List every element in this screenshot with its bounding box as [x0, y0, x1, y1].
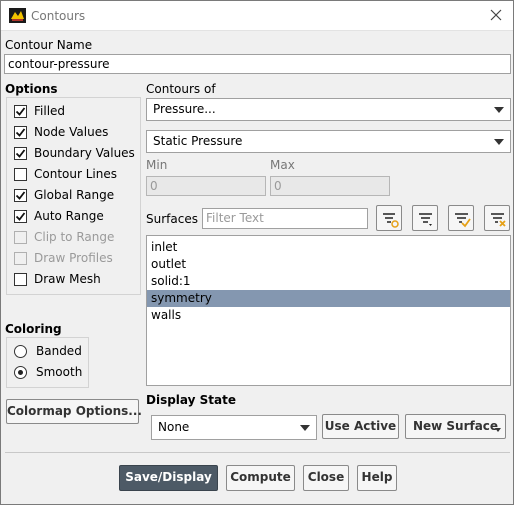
min-value: 0 — [150, 179, 158, 193]
new-surface-button[interactable]: New Surface — [405, 414, 506, 439]
option-label: Draw Mesh — [34, 272, 101, 286]
coloring-smooth-radio[interactable]: Smooth — [14, 364, 82, 380]
checkmark-icon — [15, 190, 26, 200]
contour-name-label: Contour Name — [5, 38, 93, 52]
surfaces-list[interactable]: inlet outlet solid:1 symmetry walls — [146, 235, 511, 386]
surfaces-label: Surfaces — [146, 212, 198, 226]
fluent-app-icon — [9, 8, 26, 23]
option-label: Clip to Range — [34, 230, 115, 244]
contour-name-input[interactable]: contour-pressure — [4, 54, 511, 74]
deselect-all-button[interactable] — [484, 205, 510, 231]
max-label: Max — [270, 158, 295, 172]
option-draw-mesh-checkbox[interactable]: Draw Mesh — [14, 271, 101, 287]
option-label: Contour Lines — [34, 167, 117, 181]
min-label: Min — [146, 158, 168, 172]
radio-circle — [14, 365, 27, 379]
radio-circle — [14, 344, 27, 358]
help-button[interactable]: Help — [357, 465, 397, 491]
display-state-value: None — [158, 420, 190, 434]
compute-button[interactable]: Compute — [226, 465, 295, 491]
select-all-icon — [455, 213, 471, 228]
coloring-heading: Coloring — [5, 322, 62, 336]
checkbox-box — [14, 188, 27, 202]
coloring-smooth-label: Smooth — [36, 365, 83, 379]
option-boundary-values-checkbox[interactable]: Boundary Values — [14, 145, 135, 161]
option-label: Filled — [34, 104, 66, 118]
contours-of-quantity-select[interactable]: Static Pressure — [146, 130, 511, 153]
select-all-button[interactable] — [448, 205, 474, 231]
surface-list-item[interactable]: solid:1 — [147, 273, 510, 290]
new-surface-label: New Surface — [412, 419, 499, 433]
list-dropdown-button[interactable] — [412, 205, 438, 231]
contours-of-category-value: Pressure... — [153, 102, 216, 116]
checkbox-box — [14, 209, 27, 223]
coloring-banded-label: Banded — [36, 344, 82, 358]
list-select-icon — [383, 213, 399, 228]
surface-list-item[interactable]: outlet — [147, 256, 510, 273]
option-clip-to-range-checkbox: Clip to Range — [14, 229, 114, 245]
surfaces-filter-input[interactable]: Filter Text — [202, 208, 368, 229]
list-select-button[interactable] — [376, 205, 402, 231]
use-active-button[interactable]: Use Active — [322, 414, 399, 439]
options-heading: Options — [5, 82, 58, 96]
footer-separator — [5, 452, 510, 453]
option-label: Global Range — [34, 188, 115, 202]
surface-list-item[interactable]: walls — [147, 307, 510, 324]
checkmark-icon — [15, 148, 26, 158]
max-value: 0 — [274, 179, 282, 193]
surface-list-item[interactable]: symmetry — [147, 290, 510, 307]
option-auto-range-checkbox[interactable]: Auto Range — [14, 208, 104, 224]
option-draw-profiles-checkbox: Draw Profiles — [14, 250, 113, 266]
deselect-all-icon — [491, 213, 506, 227]
chevron-down-icon — [495, 428, 501, 432]
option-label: Draw Profiles — [34, 251, 113, 265]
surface-list-item[interactable]: inlet — [147, 239, 510, 256]
contour-name-value: contour-pressure — [8, 57, 110, 71]
coloring-banded-radio[interactable]: Banded — [14, 343, 82, 359]
display-state-select[interactable]: None — [151, 415, 317, 440]
close-icon[interactable] — [487, 6, 505, 24]
close-button[interactable]: Close — [303, 465, 349, 491]
option-label: Auto Range — [34, 209, 104, 223]
display-state-heading: Display State — [146, 393, 236, 407]
surfaces-filter-placeholder: Filter Text — [206, 211, 264, 225]
min-input: 0 — [146, 176, 266, 196]
checkbox-box — [14, 251, 27, 265]
checkbox-box — [14, 125, 27, 139]
option-label: Boundary Values — [34, 146, 135, 160]
checkbox-box — [14, 104, 27, 118]
list-dropdown-icon — [419, 213, 432, 226]
contours-of-quantity-value: Static Pressure — [153, 134, 243, 148]
checkmark-icon — [15, 211, 26, 221]
chevron-down-icon — [494, 107, 504, 113]
checkbox-box — [14, 272, 27, 286]
colormap-options-button[interactable]: Colormap Options... — [6, 399, 142, 424]
window-title: Contours — [31, 9, 86, 23]
max-input: 0 — [270, 176, 390, 196]
checkbox-box — [14, 230, 27, 244]
checkmark-icon — [15, 106, 26, 116]
checkmark-icon — [15, 127, 26, 137]
chevron-down-icon — [494, 139, 504, 145]
save-display-button[interactable]: Save/Display — [119, 465, 218, 491]
option-node-values-checkbox[interactable]: Node Values — [14, 124, 108, 140]
checkbox-box — [14, 167, 27, 181]
contours-dialog: Contours Contour Name contour-pressure O… — [0, 0, 514, 505]
chevron-down-icon — [300, 425, 310, 431]
title-bar: Contours — [1, 1, 513, 31]
option-global-range-checkbox[interactable]: Global Range — [14, 187, 114, 203]
contours-of-category-select[interactable]: Pressure... — [146, 98, 511, 121]
option-contour-lines-checkbox[interactable]: Contour Lines — [14, 166, 117, 182]
option-label: Node Values — [34, 125, 109, 139]
option-filled-checkbox[interactable]: Filled — [14, 103, 65, 119]
checkbox-box — [14, 146, 27, 160]
contours-of-label: Contours of — [146, 82, 216, 96]
